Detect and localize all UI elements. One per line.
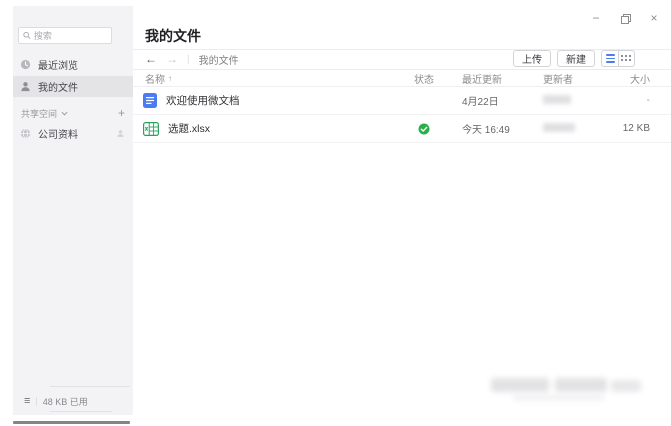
updater-redacted [543, 123, 575, 132]
sidebar-item-label: 最近浏览 [38, 57, 78, 72]
storage-separator: | [35, 396, 37, 406]
sidebar-item-my-files[interactable]: 我的文件 [13, 76, 133, 97]
list-view-icon [606, 54, 615, 62]
synced-check-icon [418, 123, 430, 135]
list-view-button[interactable] [601, 50, 618, 67]
sidebar-section-label: 共享空间 [21, 107, 57, 120]
storage-used-label: 48 KB 已用 [43, 395, 88, 408]
breadcrumb-separator: | [187, 54, 190, 65]
watermark-redacted [483, 374, 643, 406]
spreadsheet-file-icon [143, 122, 159, 136]
grid-view-icon [621, 55, 632, 62]
chevron-down-icon [61, 111, 68, 116]
toolbar: 上传 新建 [513, 50, 635, 67]
file-status-synced [394, 123, 454, 135]
redacted-blob [555, 378, 607, 392]
clock-icon [20, 59, 31, 70]
forward-button[interactable]: → [166, 53, 178, 65]
background-window-edge [13, 421, 130, 424]
file-row-xlsx[interactable]: 选题.xlsx 今天 16:49 12 KB [133, 115, 671, 143]
redacted-blob [513, 395, 605, 400]
user-icon [20, 81, 31, 92]
file-updated: 4月22日 [454, 93, 538, 108]
upload-button[interactable]: 上传 [513, 50, 551, 67]
screenshot-canvas: − × 最近浏览 [0, 0, 671, 426]
search-input[interactable] [34, 31, 107, 41]
create-button[interactable]: 新建 [557, 50, 595, 67]
sidebar-item-recent[interactable]: 最近浏览 [13, 54, 133, 75]
storage-bar [50, 411, 112, 412]
file-size: - [620, 95, 650, 106]
updater-redacted [543, 95, 571, 104]
close-button[interactable]: × [647, 12, 661, 24]
view-toggle [601, 50, 635, 67]
app-window: − × 最近浏览 [13, 6, 671, 418]
file-size: 12 KB [620, 123, 650, 134]
file-updater [538, 123, 620, 135]
column-header-updated[interactable]: 最近更新 [454, 71, 538, 86]
storage-divider [50, 386, 130, 387]
search-icon [23, 31, 31, 40]
grid-view-button[interactable] [618, 50, 635, 67]
breadcrumb-current[interactable]: 我的文件 [199, 52, 239, 67]
restore-button[interactable] [618, 12, 632, 24]
file-updater [538, 95, 620, 107]
column-header-size[interactable]: 大小 [620, 71, 650, 86]
file-updated: 今天 16:49 [454, 121, 538, 136]
sidebar-item-label: 公司资料 [38, 126, 78, 141]
hamburger-menu-icon[interactable]: ≡ [24, 395, 30, 407]
search-box[interactable] [18, 27, 112, 44]
column-header-name[interactable]: 名称 [145, 71, 165, 86]
sidebar-section-shared-space[interactable]: 共享空间 + [13, 105, 133, 121]
members-icon [116, 129, 125, 138]
back-button[interactable]: ← [145, 53, 157, 65]
column-header-status[interactable]: 状态 [394, 71, 454, 86]
file-name: 欢迎使用微文档 [166, 93, 240, 108]
breadcrumb: ← → | 我的文件 [145, 50, 239, 68]
file-name: 选题.xlsx [168, 121, 210, 136]
navigation-bar: ← → | 我的文件 上传 新建 [133, 50, 671, 68]
redacted-blob [491, 378, 549, 392]
table-header: 名称 ↑ 状态 最近更新 更新者 大小 [133, 70, 671, 87]
shared-space-icon [20, 128, 31, 139]
page-title: 我的文件 [145, 26, 201, 46]
sidebar-item-company-files[interactable]: 公司资料 [13, 123, 133, 144]
wedoc-file-icon [143, 93, 157, 108]
minimize-button[interactable]: − [589, 12, 603, 24]
redacted-blob [611, 380, 641, 392]
column-header-updater[interactable]: 更新者 [538, 71, 620, 86]
window-controls: − × [589, 12, 661, 24]
file-row-wedoc[interactable]: 欢迎使用微文档 4月22日 - [133, 87, 671, 115]
main-panel: 我的文件 ← → | 我的文件 上传 新建 [133, 6, 671, 418]
storage-usage: ≡ | 48 KB 已用 [13, 392, 133, 410]
sidebar: 最近浏览 我的文件 共享空间 + [13, 6, 133, 415]
restore-icon [621, 14, 629, 22]
add-shared-space-button[interactable]: + [118, 108, 125, 118]
sidebar-item-label: 我的文件 [38, 79, 78, 94]
sort-asc-icon[interactable]: ↑ [168, 74, 172, 83]
